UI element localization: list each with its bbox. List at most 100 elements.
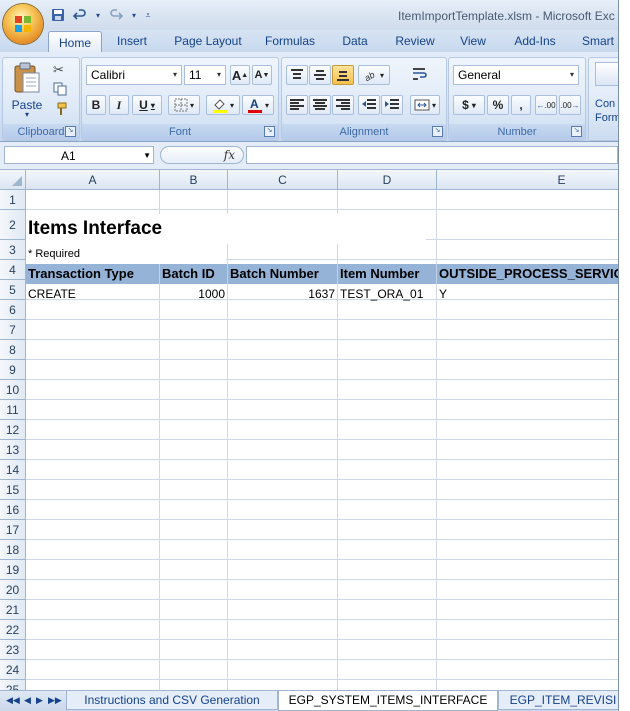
alignment-launcher-icon[interactable]: ↘ xyxy=(432,126,443,137)
chevron-down-icon[interactable]: ▾ xyxy=(130,7,138,23)
shrink-font-button[interactable]: A ▼ xyxy=(252,65,272,85)
sheet-tab-instructions[interactable]: Instructions and CSV Generation xyxy=(66,691,278,710)
cut-icon[interactable]: ✂ xyxy=(53,62,64,78)
undo-icon[interactable] xyxy=(72,7,88,23)
format-painter-icon[interactable] xyxy=(53,102,67,119)
italic-button[interactable]: I xyxy=(109,95,129,115)
header-outside-process-service[interactable]: OUTSIDE_PROCESS_SERVICE xyxy=(437,264,618,284)
column-header-a[interactable]: A xyxy=(26,170,160,190)
office-button[interactable] xyxy=(3,4,43,44)
save-icon[interactable] xyxy=(50,7,66,23)
bold-button[interactable]: B xyxy=(86,95,106,115)
cell-transaction-type[interactable]: CREATE xyxy=(26,284,159,304)
clipboard-launcher-icon[interactable]: ↘ xyxy=(65,126,76,137)
row-header[interactable]: 15 xyxy=(0,480,26,500)
row-header[interactable]: 22 xyxy=(0,620,26,640)
row-header[interactable]: 16 xyxy=(0,500,26,520)
underline-button[interactable]: U ▾ xyxy=(132,95,162,115)
row-header[interactable]: 6 xyxy=(0,300,26,320)
font-launcher-icon[interactable]: ↘ xyxy=(264,126,275,137)
cell-area[interactable]: Items Interface * Required Transaction T… xyxy=(26,190,618,690)
row-header[interactable]: 10 xyxy=(0,380,26,400)
sheet-tab-item-revision[interactable]: EGP_ITEM_REVISI xyxy=(498,691,618,710)
grow-font-button[interactable]: A ▲ xyxy=(230,65,250,85)
sheet-tab-system-items[interactable]: EGP_SYSTEM_ITEMS_INTERFACE xyxy=(278,691,498,711)
row-header[interactable]: 19 xyxy=(0,560,26,580)
row-header[interactable]: 5 xyxy=(0,280,26,300)
header-batch-id[interactable]: Batch ID xyxy=(160,264,228,284)
cell-batch-id[interactable]: 1000 xyxy=(160,284,227,304)
tab-page-layout[interactable]: Page Layout xyxy=(166,30,250,52)
align-left-button[interactable] xyxy=(286,95,308,115)
decrease-decimal-button[interactable]: .00 → xyxy=(559,95,581,115)
conditional-formatting-label[interactable]: Con xyxy=(595,98,615,110)
formula-input[interactable] xyxy=(246,146,618,164)
tab-review[interactable]: Review xyxy=(388,30,442,52)
comma-button[interactable]: , xyxy=(511,95,531,115)
row-header[interactable]: 23 xyxy=(0,640,26,660)
cell-outside-process-service[interactable]: Y xyxy=(437,284,617,304)
chevron-down-icon[interactable]: ▾ xyxy=(94,7,102,23)
row-header[interactable]: 18 xyxy=(0,540,26,560)
header-item-number[interactable]: Item Number xyxy=(338,264,437,284)
select-all-button[interactable] xyxy=(0,170,26,190)
row-header[interactable]: 2 xyxy=(0,210,26,240)
increase-indent-button[interactable] xyxy=(381,95,403,115)
font-size-select[interactable]: 11 ▾ xyxy=(184,65,226,85)
row-header[interactable]: 3 xyxy=(0,240,26,260)
tab-add-ins[interactable]: Add-Ins xyxy=(506,30,564,52)
next-sheet-icon[interactable]: ▶ xyxy=(36,695,43,706)
name-box[interactable]: A1 ▼ xyxy=(4,146,154,164)
row-header[interactable]: 1 xyxy=(0,190,26,210)
cell-item-number[interactable]: TEST_ORA_01 xyxy=(338,284,436,304)
tab-data[interactable]: Data xyxy=(334,30,376,52)
number-format-select[interactable]: General ▾ xyxy=(453,65,579,85)
align-bottom-button[interactable] xyxy=(332,65,354,85)
format-as-table-label[interactable]: Form xyxy=(595,112,618,124)
header-batch-number[interactable]: Batch Number xyxy=(228,264,338,284)
align-center-button[interactable] xyxy=(309,95,331,115)
row-header[interactable]: 11 xyxy=(0,400,26,420)
row-header[interactable]: 24 xyxy=(0,660,26,680)
align-right-button[interactable] xyxy=(332,95,354,115)
row-header[interactable]: 9 xyxy=(0,360,26,380)
row-header[interactable]: 7 xyxy=(0,320,26,340)
row-header[interactable]: 25 xyxy=(0,680,26,690)
decrease-indent-button[interactable] xyxy=(358,95,380,115)
row-header[interactable]: 20 xyxy=(0,580,26,600)
currency-button[interactable]: $ ▾ xyxy=(453,95,485,115)
customize-icon[interactable]: ⩡ xyxy=(144,7,152,23)
row-header[interactable]: 12 xyxy=(0,420,26,440)
row-header[interactable]: 14 xyxy=(0,460,26,480)
last-sheet-icon[interactable]: ▶▶ xyxy=(48,695,62,706)
tab-formulas[interactable]: Formulas xyxy=(258,30,322,52)
align-middle-button[interactable] xyxy=(309,65,331,85)
font-family-select[interactable]: Calibri ▾ xyxy=(86,65,182,85)
conditional-formatting-icon[interactable] xyxy=(595,62,618,86)
column-header-e[interactable]: E xyxy=(437,170,618,190)
row-header[interactable]: 13 xyxy=(0,440,26,460)
row-header[interactable]: 17 xyxy=(0,520,26,540)
merge-center-button[interactable]: ▾ xyxy=(410,95,440,115)
first-sheet-icon[interactable]: ◀◀ xyxy=(6,695,20,706)
row-header[interactable]: 21 xyxy=(0,600,26,620)
number-launcher-icon[interactable]: ↘ xyxy=(571,126,582,137)
paste-button[interactable]: Paste ▾ xyxy=(9,60,45,120)
column-header-c[interactable]: C xyxy=(228,170,338,190)
align-top-button[interactable] xyxy=(286,65,308,85)
column-header-d[interactable]: D xyxy=(338,170,437,190)
header-transaction-type[interactable]: Transaction Type xyxy=(26,264,160,284)
tab-insert[interactable]: Insert xyxy=(108,30,156,52)
prev-sheet-icon[interactable]: ◀ xyxy=(24,695,31,706)
tab-home[interactable]: Home xyxy=(48,31,102,53)
column-header-b[interactable]: B xyxy=(160,170,228,190)
cell-batch-number[interactable]: 1637 xyxy=(228,284,337,304)
row-header[interactable]: 4 xyxy=(0,260,26,280)
wrap-text-icon[interactable] xyxy=(412,66,428,85)
tab-smart[interactable]: Smart xyxy=(578,30,618,52)
row-header[interactable]: 8 xyxy=(0,340,26,360)
borders-button[interactable]: ▾ xyxy=(168,95,200,115)
font-color-button[interactable]: A ▾ xyxy=(242,95,274,115)
increase-decimal-button[interactable]: ← .00 xyxy=(535,95,557,115)
fx-icon[interactable]: fx xyxy=(224,148,235,162)
